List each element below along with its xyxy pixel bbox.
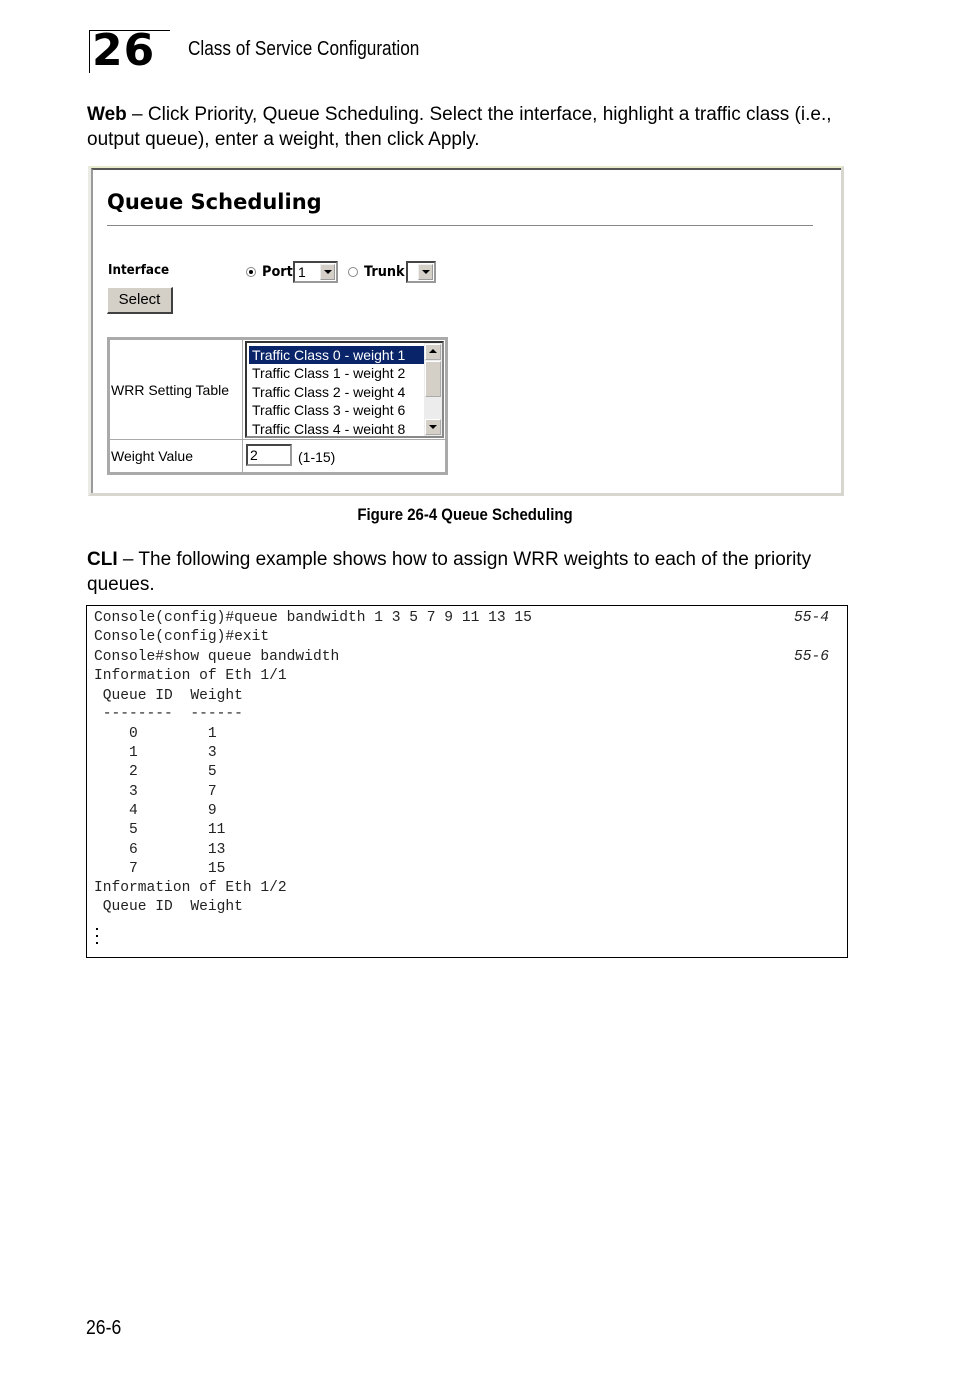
chapter-number: 26 (92, 25, 156, 76)
list-item-traffic-class-1[interactable]: Traffic Class 1 - weight 2 (249, 364, 425, 382)
cli-instruction: CLI – The following example shows how to… (87, 547, 857, 597)
traffic-class-listbox[interactable]: Traffic Class 0 - weight 1 Traffic Class… (245, 341, 444, 438)
list-item-traffic-class-0[interactable]: Traffic Class 0 - weight 1 (249, 346, 425, 364)
interface-label: Interface (108, 263, 170, 278)
command-reference: 55-6 (793, 649, 829, 665)
wrr-label: WRR Setting Table (111, 382, 230, 398)
code-line: 1 3 (94, 745, 217, 761)
trunk-select[interactable] (406, 261, 436, 283)
title-divider (107, 225, 813, 227)
scroll-down-icon[interactable] (425, 419, 441, 435)
chapter-title: Class of Service Configuration (188, 38, 420, 60)
code-line: 7 15 (94, 861, 226, 877)
code-line: 3 7 (94, 784, 217, 800)
cli-lead: CLI (87, 549, 118, 570)
cli-code-block: Console(config)#queue bandwidth 1 3 5 7 … (86, 605, 848, 958)
chevron-down-icon[interactable] (418, 264, 433, 280)
cli-text: – The following example shows how to ass… (87, 549, 812, 595)
code-line: Console(config)#exit (94, 629, 270, 645)
web-text: – Click Priority, Queue Scheduling. Sele… (87, 104, 832, 150)
trunk-radio[interactable] (348, 267, 358, 277)
listbox-scrollbar[interactable] (424, 343, 442, 436)
code-line: Information of Eth 1/2 (94, 880, 287, 896)
figure-caption: Figure 26-4 Queue Scheduling (357, 505, 573, 524)
code-line: Queue ID Weight (94, 688, 243, 704)
code-line: Queue ID Weight (94, 899, 243, 915)
scroll-up-icon[interactable] (425, 344, 441, 360)
port-radio-label: Port (262, 264, 293, 280)
vertical-ellipsis-icon (96, 928, 99, 949)
list-item-traffic-class-4[interactable]: Traffic Class 4 - weight 8 (249, 420, 425, 434)
code-line: Information of Eth 1/1 (94, 668, 287, 684)
chapter-number-box: 26 (89, 25, 170, 76)
list-item-traffic-class-3[interactable]: Traffic Class 3 - weight 6 (249, 401, 425, 419)
chevron-down-icon[interactable] (320, 264, 335, 280)
code-line: Console(config)#queue bandwidth 1 3 5 7 … (94, 610, 532, 626)
weight-value-input[interactable]: 2 (246, 444, 292, 466)
command-reference: 55-4 (793, 610, 829, 626)
web-instruction: Web – Click Priority, Queue Scheduling. … (87, 102, 857, 152)
code-line: 5 11 (94, 822, 226, 838)
trunk-radio-label: Trunk (364, 264, 405, 280)
weight-label: Weight Value (111, 448, 193, 464)
weight-label-cell: Weight Value (109, 439, 243, 473)
page-number: 26-6 (86, 1317, 122, 1339)
port-select-value: 1 (298, 264, 306, 280)
code-line: 4 9 (94, 803, 217, 819)
queue-scheduling-screenshot: Queue Scheduling Interface Port 1 Trunk … (88, 166, 844, 496)
code-line: 0 1 (94, 726, 217, 742)
port-select[interactable]: 1 (293, 261, 338, 283)
wrr-setting-table: WRR Setting Table Traffic Class 0 - weig… (107, 337, 448, 475)
port-radio[interactable] (246, 267, 256, 277)
figure-title: Queue Scheduling (107, 190, 322, 214)
select-button[interactable]: Select (107, 287, 173, 314)
weight-range: (1-15) (298, 449, 336, 465)
list-item-traffic-class-2[interactable]: Traffic Class 2 - weight 4 (249, 383, 425, 401)
code-line: -------- ------ (94, 706, 243, 722)
wrr-label-cell: WRR Setting Table (109, 339, 243, 440)
web-lead: Web (87, 104, 127, 125)
code-line: 6 13 (94, 842, 226, 858)
code-line: Console#show queue bandwidth (94, 649, 340, 665)
code-line: 2 5 (94, 764, 217, 780)
scrollbar-thumb[interactable] (425, 361, 441, 397)
